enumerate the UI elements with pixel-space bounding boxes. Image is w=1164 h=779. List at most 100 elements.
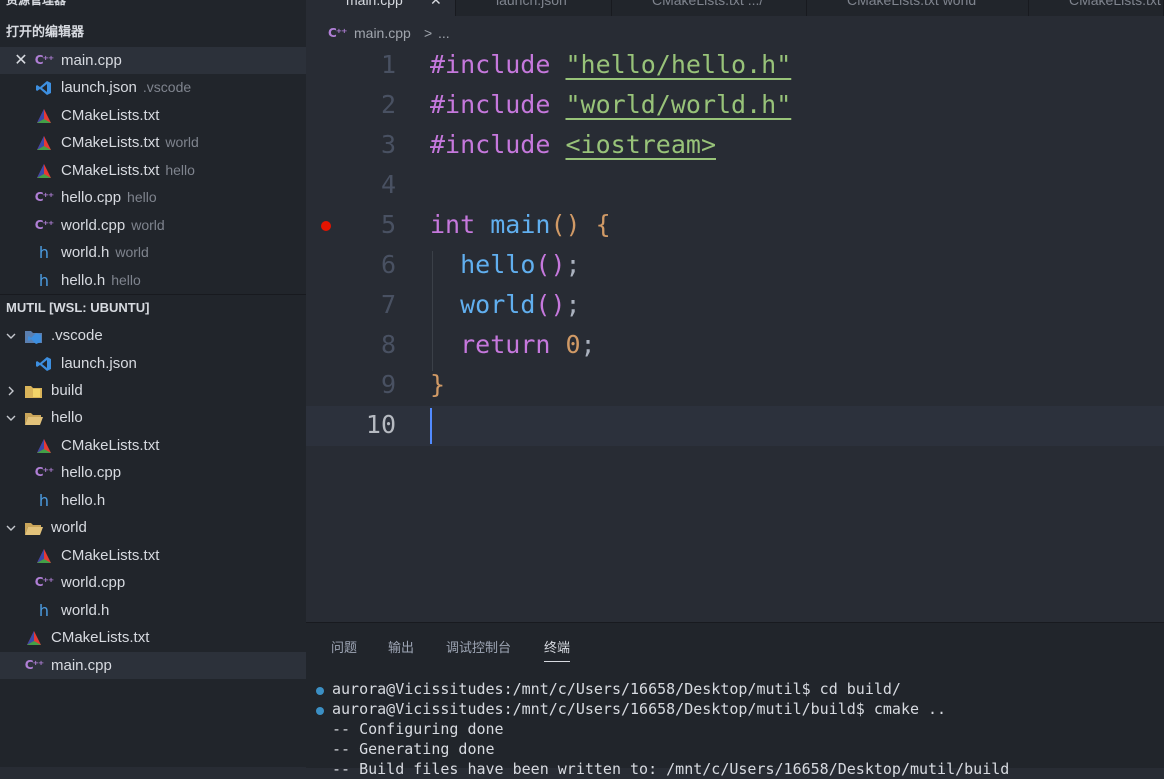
tree-file-cmakelists-hello[interactable]: CMakeLists.txt (0, 432, 306, 459)
token-paren: ) (550, 290, 566, 319)
file-name: CMakeLists.txt (61, 437, 160, 454)
terminal-line: -- Configuring done (332, 720, 504, 738)
token-number: 0 (565, 330, 581, 359)
folder-name: .vscode (51, 327, 103, 344)
open-editor-main-cpp[interactable]: ✕ C⁺⁺ main.cpp (0, 47, 306, 74)
token-semicolon: ; (565, 250, 581, 279)
line-number: 10 (365, 410, 396, 439)
cmake-icon (24, 624, 44, 651)
command-status-icon (316, 707, 324, 715)
open-editor-cmakelists[interactable]: CMakeLists.txt (0, 102, 306, 129)
token-function: world (460, 290, 536, 319)
code-line[interactable]: 9 } (306, 366, 1164, 406)
code-line-current[interactable]: 10 (306, 406, 1164, 446)
open-editors-header[interactable]: 打开的编辑器 (0, 19, 306, 45)
file-desc: .vscode (142, 79, 192, 95)
h-icon: h (38, 243, 50, 262)
code-line[interactable]: 2 #include "world/world.h" (306, 86, 1164, 126)
token-paren: ( (535, 250, 551, 279)
build-folder-icon (24, 377, 44, 404)
tree-file-main-cpp[interactable]: C⁺⁺ main.cpp (0, 652, 306, 679)
tree-folder-world[interactable]: world (0, 514, 306, 541)
breakpoint-icon[interactable] (321, 221, 331, 231)
close-icon[interactable]: ✕ (12, 47, 30, 74)
token-paren: ( (550, 210, 566, 239)
tree-folder-vscode[interactable]: .vscode (0, 322, 306, 349)
code-line[interactable]: 7 world(); (306, 286, 1164, 326)
token-include: #include (430, 90, 551, 119)
token-include: #include (430, 130, 551, 159)
file-name: CMakeLists.txt (61, 547, 160, 564)
tab-launch-json[interactable]: launch.json (456, 0, 612, 16)
token-header: <iostream> (565, 130, 716, 159)
line-number: 2 (380, 90, 396, 119)
code-line[interactable]: 5 int main() { (306, 206, 1164, 246)
tab-output[interactable]: 输出 (388, 637, 414, 656)
folder-open-icon (24, 514, 44, 541)
tree-file-cmakelists-world[interactable]: CMakeLists.txt (0, 542, 306, 569)
file-name: CMakeLists.txt (61, 162, 160, 179)
chevron-down-icon (4, 404, 18, 431)
tab-debug-console[interactable]: 调试控制台 (446, 637, 511, 656)
breadcrumb-separator: > (424, 25, 433, 41)
file-name: launch.json (61, 355, 137, 372)
line-number: 4 (380, 170, 396, 199)
breadcrumb-file[interactable]: main.cpp (354, 20, 411, 46)
tab-cmakelists-hello[interactable]: CMakeLists.txt h (1029, 0, 1164, 16)
code-line[interactable]: 3 #include <iostream> (306, 126, 1164, 166)
tree-file-launch-json[interactable]: launch.json (0, 350, 306, 377)
file-name: world.h (61, 244, 110, 261)
open-editor-hello-h[interactable]: h hello.h hello (0, 267, 306, 294)
tab-main-cpp[interactable]: main.cpp ✕ (306, 0, 456, 16)
editor-tab-bar: main.cpp ✕ launch.json CMakeLists.txt ..… (306, 0, 1164, 16)
cpp-icon: C⁺⁺ (34, 190, 54, 204)
file-name: CMakeLists.txt (61, 107, 160, 124)
line-number: 7 (380, 290, 396, 319)
tree-file-hello-h[interactable]: h hello.h (0, 487, 306, 514)
file-name: world.h (61, 602, 110, 619)
open-editor-hello-cpp[interactable]: C⁺⁺ hello.cpp hello (0, 184, 306, 211)
cmake-icon (34, 129, 54, 156)
file-desc: hello (111, 272, 141, 288)
open-editor-cmakelists-world[interactable]: CMakeLists.txt world (0, 129, 306, 156)
vscode-icon (34, 350, 54, 377)
open-editor-world-h[interactable]: h world.h world (0, 239, 306, 266)
tree-folder-build[interactable]: build (0, 377, 306, 404)
tree-file-world-h[interactable]: h world.h (0, 597, 306, 624)
workspace-header[interactable]: MUTIL [WSL: UBUNTU] (0, 294, 306, 320)
h-icon: h (38, 271, 50, 290)
cmake-icon (34, 157, 54, 184)
code-line[interactable]: 8 return 0; (306, 326, 1164, 366)
cpp-icon: C⁺⁺ (328, 26, 348, 40)
code-line[interactable]: 1 #include "hello/hello.h" (306, 46, 1164, 86)
tab-terminal[interactable]: 终端 (544, 637, 571, 662)
open-editor-cmakelists-hello[interactable]: CMakeLists.txt hello (0, 157, 306, 184)
chevron-right-icon (4, 377, 18, 404)
tab-cmakelists-world[interactable]: CMakeLists.txt world (807, 0, 1029, 16)
open-editor-launch-json[interactable]: launch.json .vscode (0, 74, 306, 101)
breadcrumb-more[interactable]: ... (438, 20, 450, 46)
file-name: world.cpp (61, 574, 126, 591)
tab-cmakelists[interactable]: CMakeLists.txt .../ (612, 0, 807, 16)
command-status-icon (316, 687, 324, 695)
tree-file-world-cpp[interactable]: C⁺⁺ world.cpp (0, 569, 306, 596)
tab-problems[interactable]: 问题 (331, 637, 357, 656)
code-editor[interactable]: 1 #include "hello/hello.h" 2 #include "w… (306, 46, 1164, 622)
open-editor-world-cpp[interactable]: C⁺⁺ world.cpp world (0, 212, 306, 239)
token-semicolon: ; (565, 290, 581, 319)
token-paren: ) (550, 250, 566, 279)
file-desc: hello (165, 162, 195, 178)
tree-file-cmakelists-root[interactable]: CMakeLists.txt (0, 624, 306, 651)
tree-folder-hello[interactable]: hello (0, 404, 306, 431)
tree-file-hello-cpp[interactable]: C⁺⁺ hello.cpp (0, 459, 306, 486)
folder-name: build (51, 382, 83, 399)
close-icon[interactable]: ✕ (430, 0, 442, 9)
folder-open-icon (24, 404, 44, 431)
code-line[interactable]: 4 (306, 166, 1164, 206)
code-line[interactable]: 6 hello(); (306, 246, 1164, 286)
line-number: 8 (380, 330, 396, 359)
folder-name: hello (51, 409, 83, 426)
cpp-icon: C⁺⁺ (34, 218, 54, 232)
folder-name: world (51, 519, 87, 536)
token-function: main (490, 210, 551, 239)
